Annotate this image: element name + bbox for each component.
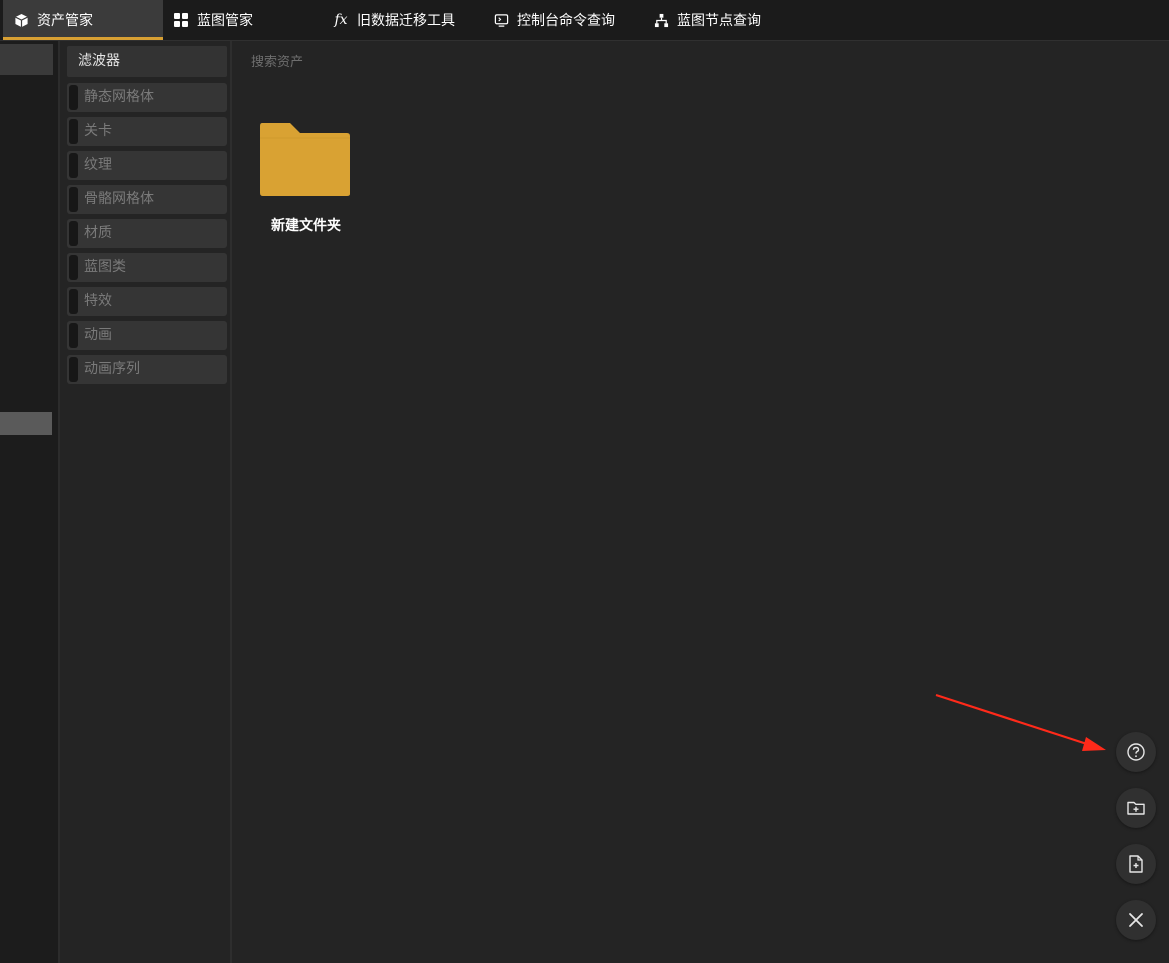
new-file-icon (1129, 855, 1143, 873)
filter-toggle (69, 357, 78, 382)
filter-toggle (69, 255, 78, 280)
filter-item-texture[interactable]: 纹理 (67, 151, 227, 180)
tab-asset-manager[interactable]: 资产管家 (3, 0, 163, 40)
search-input[interactable] (234, 41, 834, 83)
tab-blueprint-node-query[interactable]: 蓝图节点查询 (653, 0, 761, 40)
filter-toggle (69, 85, 78, 110)
tab-blueprint-manager[interactable]: 蓝图管家 (173, 0, 253, 40)
filter-toggle (69, 187, 78, 212)
grid-icon (173, 12, 189, 28)
asset-label: 新建文件夹 (271, 218, 341, 234)
filter-item-label: 关卡 (84, 123, 112, 139)
strip-item[interactable] (0, 44, 53, 75)
new-folder-button[interactable] (1116, 788, 1156, 828)
new-file-button[interactable] (1116, 844, 1156, 884)
filter-item-animation[interactable]: 动画 (67, 321, 227, 350)
tab-legacy-data-migration[interactable]: fx 旧数据迁移工具 (333, 0, 455, 40)
filter-item-label: 动画 (84, 327, 112, 343)
filter-toggle (69, 153, 78, 178)
help-button[interactable] (1116, 732, 1156, 772)
tab-label: 蓝图节点查询 (677, 13, 761, 29)
filter-panel: 滤波器 静态网格体 关卡 纹理 骨骼网格体 材质 蓝图类 特效 动画 动画序列 (62, 41, 232, 963)
help-icon (1127, 743, 1145, 761)
console-icon (493, 12, 509, 28)
filter-item-label: 动画序列 (84, 361, 140, 377)
filter-item-animation-sequence[interactable]: 动画序列 (67, 355, 227, 384)
top-tab-bar: 资产管家 蓝图管家 fx 旧数据迁移工具 控制台命令查询 蓝图节点查询 (0, 0, 1169, 41)
filter-item-material[interactable]: 材质 (67, 219, 227, 248)
tab-label: 资产管家 (37, 13, 93, 29)
function-icon: fx (334, 12, 348, 28)
filter-item-label: 纹理 (84, 157, 112, 173)
tab-label: 控制台命令查询 (517, 13, 615, 29)
cube-icon (13, 12, 29, 28)
filter-toggle (69, 323, 78, 348)
folder-icon (260, 123, 350, 196)
left-side-strip (0, 41, 60, 963)
filter-toggle (69, 119, 78, 144)
filter-item-effects[interactable]: 特效 (67, 287, 227, 316)
filter-item-label: 蓝图类 (84, 259, 126, 275)
filter-item-label: 材质 (84, 225, 112, 241)
close-button[interactable] (1116, 900, 1156, 940)
tab-label: 蓝图管家 (197, 13, 253, 29)
filter-item-blueprint-class[interactable]: 蓝图类 (67, 253, 227, 282)
filter-item-skeletal-mesh[interactable]: 骨骼网格体 (67, 185, 227, 214)
tab-label: 旧数据迁移工具 (357, 13, 455, 29)
filter-item-label: 特效 (84, 293, 112, 309)
asset-content-area: 新建文件夹 (234, 41, 1169, 963)
close-icon (1129, 913, 1143, 927)
filter-item-label: 静态网格体 (84, 89, 154, 105)
filter-toggle (69, 289, 78, 314)
new-folder-icon (1127, 801, 1145, 815)
strip-scroll-thumb[interactable] (0, 412, 52, 435)
tab-console-command-query[interactable]: 控制台命令查询 (493, 0, 615, 40)
filter-toggle (69, 221, 78, 246)
filter-item-label: 骨骼网格体 (84, 191, 154, 207)
filter-item-static-mesh[interactable]: 静态网格体 (67, 83, 227, 112)
sitemap-icon (653, 12, 669, 28)
filter-header: 滤波器 (67, 46, 227, 77)
filter-item-level[interactable]: 关卡 (67, 117, 227, 146)
asset-folder-item[interactable]: 新建文件夹 (256, 115, 356, 239)
